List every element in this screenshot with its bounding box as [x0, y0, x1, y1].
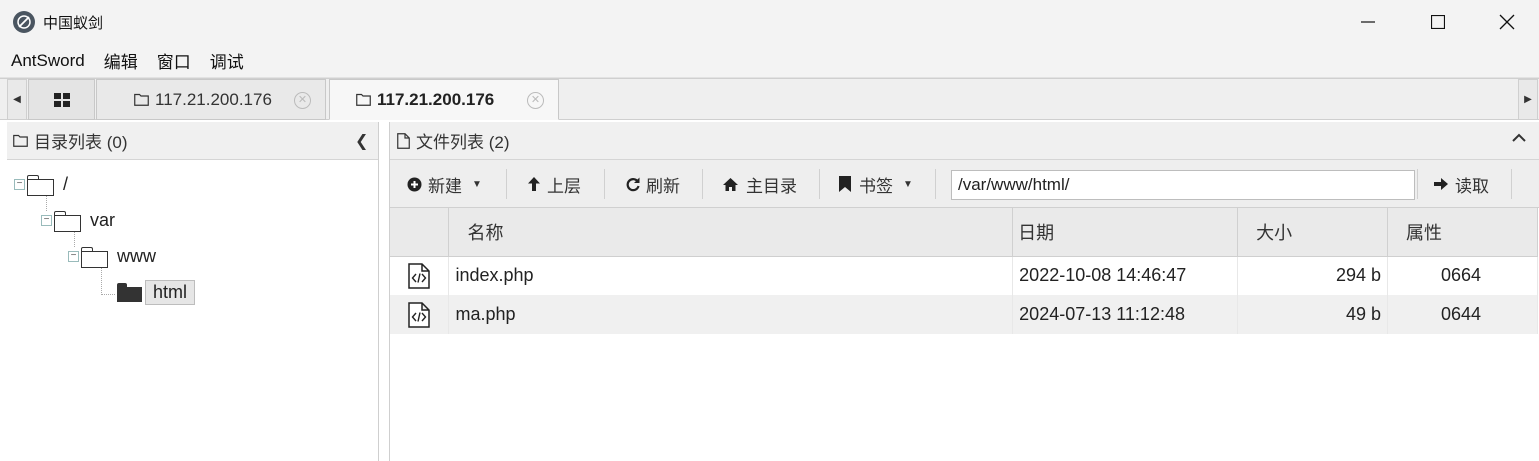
antsword-logo-icon — [13, 11, 35, 33]
file-panel-header: 文件列表 (2) — [390, 122, 1539, 160]
close-icon — [1499, 14, 1515, 30]
tree-node-var[interactable]: − var — [41, 206, 115, 234]
tab-home[interactable] — [28, 79, 95, 120]
collapse-toggle-icon[interactable]: − — [68, 250, 79, 262]
file-name: ma.php — [448, 295, 1014, 334]
directory-panel-title: 目录列表 (0) — [34, 133, 128, 152]
folder-icon — [81, 246, 108, 268]
table-row[interactable]: ma.php 2024-07-13 11:12:48 49 b 0644 — [390, 295, 1538, 334]
bookmark-button[interactable]: 书签 ▼ — [839, 170, 913, 198]
read-button[interactable]: 读取 — [1433, 170, 1489, 198]
directory-panel: 目录列表 (0) ❮ − / − var − www html — [7, 122, 379, 461]
tree-node-label-selected: html — [145, 279, 196, 305]
folder-icon — [134, 93, 149, 106]
title-bar: 中国蚁剑 — [0, 0, 1539, 44]
tab-host-2[interactable]: 117.21.200.176 ✕ — [329, 79, 559, 120]
folder-icon — [13, 134, 28, 147]
grid-icon — [53, 92, 70, 107]
tree-node-label: www — [117, 245, 156, 266]
table-row[interactable]: index.php 2022-10-08 14:46:47 294 b 0664 — [390, 256, 1538, 295]
tree-node-label: var — [90, 209, 116, 230]
file-size: 294 b — [1237, 256, 1388, 295]
file-toolbar: 新建 ▼ 上层 刷新 主目录 书签 ▼ 读取 — [390, 160, 1539, 208]
arrow-up-icon — [528, 177, 540, 191]
minimize-icon — [1361, 21, 1375, 23]
tree-node-label: / — [63, 173, 69, 194]
tab-host-1[interactable]: 117.21.200.176 ✕ — [96, 79, 326, 120]
file-attr: 0644 — [1387, 295, 1538, 334]
refresh-icon — [626, 177, 640, 192]
dropdown-caret-icon: ▼ — [472, 178, 482, 190]
maximize-button[interactable] — [1403, 0, 1473, 44]
close-button[interactable] — [1472, 0, 1539, 44]
folder-icon — [54, 210, 81, 232]
file-date: 2024-07-13 11:12:48 — [1012, 295, 1239, 334]
folder-open-icon — [117, 282, 142, 302]
file-panel-title: 文件列表 (2) — [416, 133, 510, 152]
bookmark-icon — [839, 176, 851, 192]
collapse-toggle-icon[interactable]: − — [14, 178, 25, 190]
menu-edit[interactable]: 编辑 — [96, 48, 146, 73]
php-file-icon — [390, 256, 450, 295]
directory-panel-header: 目录列表 (0) ❮ — [7, 122, 378, 160]
table-header-row: 名称 日期 大小 属性 — [390, 208, 1538, 257]
file-icon — [397, 132, 410, 149]
tab-close-icon[interactable]: ✕ — [294, 92, 311, 109]
menu-debug[interactable]: 调试 — [202, 48, 252, 73]
menu-bar: AntSword 编辑 窗口 调试 — [0, 44, 1539, 78]
folder-icon — [27, 174, 54, 196]
tree-node-root[interactable]: − / — [14, 170, 68, 198]
window-title: 中国蚁剑 — [43, 14, 104, 32]
file-date: 2022-10-08 14:46:47 — [1012, 256, 1239, 295]
refresh-button[interactable]: 刷新 — [625, 170, 680, 198]
tab-scroll-right-button[interactable]: ▶ — [1518, 79, 1538, 120]
folder-icon — [356, 93, 371, 106]
column-header-date[interactable]: 日期 — [1012, 208, 1239, 257]
collapse-panel-icon[interactable]: ❮ — [355, 131, 368, 151]
home-dir-button[interactable]: 主目录 — [722, 170, 797, 198]
tree-node-html[interactable]: html — [117, 278, 196, 306]
menu-window[interactable]: 窗口 — [149, 48, 199, 73]
maximize-icon — [1431, 15, 1445, 29]
tab-scroll-left-button[interactable]: ◀ — [7, 79, 27, 120]
arrow-right-icon — [1434, 178, 1448, 190]
plus-circle-icon — [407, 177, 422, 191]
up-level-button[interactable]: 上层 — [527, 170, 581, 198]
tab-label: 117.21.200.176 — [377, 89, 495, 109]
tree-node-www[interactable]: − www — [68, 242, 156, 270]
column-header-icon — [390, 208, 450, 257]
tab-close-icon[interactable]: ✕ — [527, 92, 544, 109]
collapse-up-icon[interactable] — [1512, 130, 1526, 148]
php-file-icon — [390, 295, 450, 334]
collapse-toggle-icon[interactable]: − — [41, 214, 52, 226]
file-panel: 文件列表 (2) 新建 ▼ 上层 刷新 主目录 书签 ▼ /var/www/ht… — [389, 122, 1539, 461]
dropdown-caret-icon: ▼ — [903, 178, 913, 190]
menu-antsword[interactable]: AntSword — [3, 51, 93, 71]
new-button[interactable]: 新建 ▼ — [407, 170, 482, 198]
file-size: 49 b — [1237, 295, 1388, 334]
path-input[interactable] — [951, 170, 1415, 200]
column-header-name[interactable]: 名称 — [448, 208, 1014, 257]
file-name: index.php — [448, 256, 1014, 295]
home-icon — [723, 177, 738, 191]
file-attr: 0664 — [1387, 256, 1538, 295]
column-header-attr[interactable]: 属性 — [1387, 208, 1538, 257]
minimize-button[interactable] — [1333, 0, 1403, 44]
file-table: 名称 日期 大小 属性 index.php 2022-10-08 14:46:4… — [390, 208, 1538, 334]
column-header-size[interactable]: 大小 — [1237, 208, 1388, 257]
tab-bar: ◀ 117.21.200.176 ✕ 117.21.200.176 ✕ ▶ — [0, 78, 1539, 120]
tab-label: 117.21.200.176 — [155, 89, 272, 109]
